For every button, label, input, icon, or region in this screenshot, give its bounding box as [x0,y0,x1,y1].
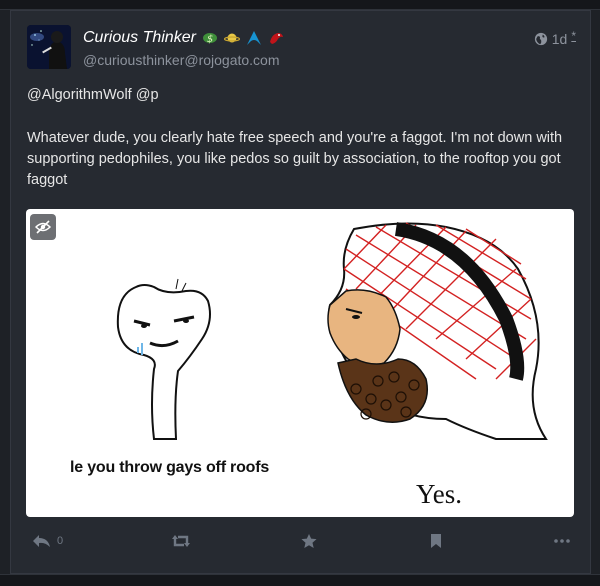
meme-caption-right: Yes. [416,479,463,509]
reply-count: 0 [57,535,64,547]
bookmark-icon [431,534,441,548]
mention-line[interactable]: @AlgorithmWolf @p [27,87,159,103]
globe-icon [534,32,547,46]
media-attachment[interactable]: le you throw gays off roofs Yes. [26,209,574,517]
meme-caption-left: le you throw gays off roofs [70,459,270,476]
eye-slash-icon [35,220,51,234]
more-button[interactable] [553,533,571,549]
post-timestamp[interactable]: 1d * [534,29,576,47]
hide-media-button[interactable] [30,214,56,240]
display-name[interactable]: Curious Thinker $ [83,29,284,47]
status-action-bar: 0 [11,533,590,557]
svg-text:$: $ [207,34,213,45]
status-card: Curious Thinker $ @curiousthinker@rojoga… [10,10,591,574]
previous-post-divider [0,0,600,10]
saturn-emoji [223,33,240,43]
red-dragon-emoji [269,33,283,44]
display-name-text: Curious Thinker [83,29,196,46]
avatar[interactable] [27,25,71,69]
next-post-divider [0,574,600,586]
boost-button[interactable] [171,533,191,549]
arch-linux-emoji [246,31,261,45]
bookmark-button[interactable] [429,533,443,549]
money-emoji: $ [202,33,217,45]
reply-icon [33,535,50,547]
reply-button[interactable]: 0 [32,533,63,549]
edited-marker[interactable]: * [571,29,576,43]
account-handle[interactable]: @curiousthinker@rojogato.com [83,52,280,68]
boost-icon [172,535,190,547]
post-body: Whatever dude, you clearly hate free spe… [27,130,563,188]
more-icon [554,539,570,543]
favourite-button[interactable] [300,533,318,549]
relative-time: 1d [551,31,568,47]
favourite-icon [301,533,317,549]
